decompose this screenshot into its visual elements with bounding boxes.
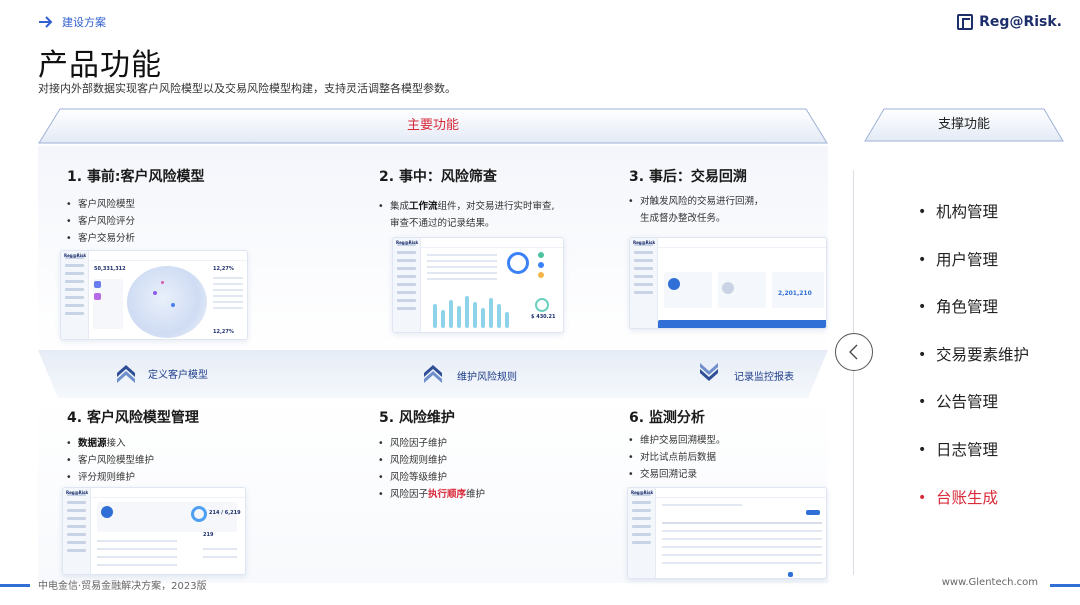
support-item-announcement[interactable]: 公告管理 bbox=[918, 388, 1029, 436]
page-title: 产品功能 bbox=[38, 48, 162, 83]
list-item: 客户风险评分 bbox=[66, 213, 135, 230]
section-5-title: 5. 风险维护 bbox=[379, 407, 455, 427]
mock-value: 12,27% bbox=[213, 329, 234, 335]
section-3-list: 对触发风险的交易进行回溯， 生成督办整改任务。 bbox=[628, 193, 764, 227]
list-item: 客户风险模型维护 bbox=[66, 452, 154, 469]
footer-left-text: 中电金信·贸易金融解决方案，2023版 bbox=[38, 581, 207, 592]
page-subtitle: 对接内外部数据实现客户风险模型以及交易风险模型构建，支持灵活调整各模型参数。 bbox=[38, 82, 456, 95]
section-2-num: 2. bbox=[379, 169, 395, 185]
flow-label-maintain-rules: 维护风险规则 bbox=[457, 372, 517, 383]
chevron-up-icon bbox=[117, 365, 135, 383]
list-item: 对触发风险的交易进行回溯， bbox=[628, 193, 764, 210]
list-item: 客户风险模型 bbox=[66, 196, 135, 213]
section-4-title: 4. 客户风险模型管理 bbox=[67, 407, 199, 427]
mock-screenshot-backtrace: Reg@Risk 2,201,210 bbox=[629, 237, 827, 329]
list-item: 维护交易回溯模型。 bbox=[628, 432, 726, 449]
flow-label-record-reports: 记录监控报表 bbox=[734, 372, 794, 383]
collapse-button[interactable] bbox=[835, 333, 873, 371]
list-item: 对比试点前后数据 bbox=[628, 449, 726, 466]
section-2-list: 集成工作流组件，对交易进行实时审查, 审查不通过的记录结果。 bbox=[378, 198, 555, 232]
breadcrumb-label: 建设方案 bbox=[62, 16, 106, 29]
list-item: 交易回溯记录 bbox=[628, 466, 726, 483]
mock-value: 214 / 6,219 bbox=[209, 510, 241, 516]
chevron-down-icon bbox=[700, 363, 718, 381]
logo-mark-icon bbox=[957, 14, 974, 30]
side-banner-title: 支撑功能 bbox=[937, 117, 990, 132]
section-1-label: 事前:客户风险模型 bbox=[86, 169, 205, 185]
list-item: 审查不通过的记录结果。 bbox=[390, 218, 495, 229]
footer-accent-bar bbox=[0, 584, 30, 587]
mock-value: $ 430.21 bbox=[531, 314, 556, 320]
list-item: 数据源接入 bbox=[66, 435, 154, 452]
mock-screenshot-monitoring: Reg@Risk bbox=[627, 487, 827, 579]
logo-text: Reg@Risk. bbox=[979, 14, 1062, 30]
arrow-right-icon bbox=[39, 16, 53, 28]
brand-logo: Reg@Risk. bbox=[957, 14, 1062, 30]
mock-screenshot-model-management: Reg@Risk 214 / 6,219 219 bbox=[62, 487, 246, 575]
support-function-list: 机构管理 用户管理 角色管理 交易要素维护 公告管理 日志管理 台账生成 bbox=[918, 198, 1029, 531]
section-4-num: 4. bbox=[67, 410, 83, 426]
section-6-num: 6. bbox=[629, 410, 645, 426]
support-item-trade-elements[interactable]: 交易要素维护 bbox=[918, 341, 1029, 389]
chevron-up-icon bbox=[424, 365, 442, 383]
section-5-num: 5. bbox=[379, 410, 395, 426]
section-4-label: 客户风险模型管理 bbox=[86, 410, 199, 426]
mock-screenshot-customer-risk: Reg@Risk 50,331,312 12,27% 12,27% bbox=[60, 250, 248, 340]
list-item: 客户交易分析 bbox=[66, 230, 135, 247]
section-5-label: 风险维护 bbox=[398, 410, 455, 426]
footer-website: www.Glentech.com bbox=[941, 577, 1038, 588]
section-5-list: 风险因子维护 风险规则维护 风险等级维护 风险因子执行顺序维护 bbox=[378, 435, 485, 503]
list-item: 评分规则维护 bbox=[66, 469, 154, 486]
section-3-num: 3. bbox=[629, 169, 645, 185]
section-1-title: 1. 事前:客户风险模型 bbox=[67, 166, 205, 186]
support-item-log[interactable]: 日志管理 bbox=[918, 436, 1029, 484]
list-item: 风险等级维护 bbox=[378, 469, 485, 486]
list-item: 风险因子执行顺序维护 bbox=[378, 486, 485, 503]
support-item-role[interactable]: 角色管理 bbox=[918, 293, 1029, 341]
section-1-num: 1. bbox=[67, 169, 83, 185]
support-item-user[interactable]: 用户管理 bbox=[918, 246, 1029, 294]
section-3-label: 事后：交易回溯 bbox=[648, 169, 747, 185]
section-6-list: 维护交易回溯模型。 对比试点前后数据 交易回溯记录 bbox=[628, 432, 726, 483]
mock-screenshot-risk-screening: Reg@Risk $ 430.21 bbox=[392, 237, 564, 333]
support-item-ledger[interactable]: 台账生成 bbox=[918, 484, 1029, 532]
list-item: 风险因子维护 bbox=[378, 435, 485, 452]
breadcrumb[interactable]: 建设方案 bbox=[38, 14, 106, 30]
mock-value: 12,27% bbox=[213, 266, 234, 272]
footer-accent-bar bbox=[1050, 584, 1080, 587]
list-item: 集成工作流组件，对交易进行实时审查, bbox=[378, 198, 555, 215]
mock-value: 50,331,312 bbox=[94, 266, 126, 272]
section-6-title: 6. 监测分析 bbox=[629, 407, 705, 427]
section-2-title: 2. 事中：风险筛查 bbox=[379, 166, 497, 186]
support-item-org[interactable]: 机构管理 bbox=[918, 198, 1029, 246]
mock-value: 2,201,210 bbox=[778, 290, 812, 297]
section-6-label: 监测分析 bbox=[648, 410, 705, 426]
flow-label-define-model: 定义客户模型 bbox=[148, 370, 208, 381]
mock-value: 219 bbox=[203, 532, 214, 538]
main-banner-title: 主要功能 bbox=[406, 118, 459, 133]
list-item: 风险规则维护 bbox=[378, 452, 485, 469]
side-divider bbox=[853, 170, 854, 575]
chevron-left-icon bbox=[849, 344, 858, 360]
section-1-list: 客户风险模型 客户风险评分 客户交易分析 bbox=[66, 196, 135, 247]
section-3-title: 3. 事后：交易回溯 bbox=[629, 166, 747, 186]
section-4-list: 数据源接入 客户风险模型维护 评分规则维护 bbox=[66, 435, 154, 486]
list-item: 生成督办整改任务。 bbox=[640, 213, 726, 224]
section-2-label: 事中：风险筛查 bbox=[398, 169, 497, 185]
